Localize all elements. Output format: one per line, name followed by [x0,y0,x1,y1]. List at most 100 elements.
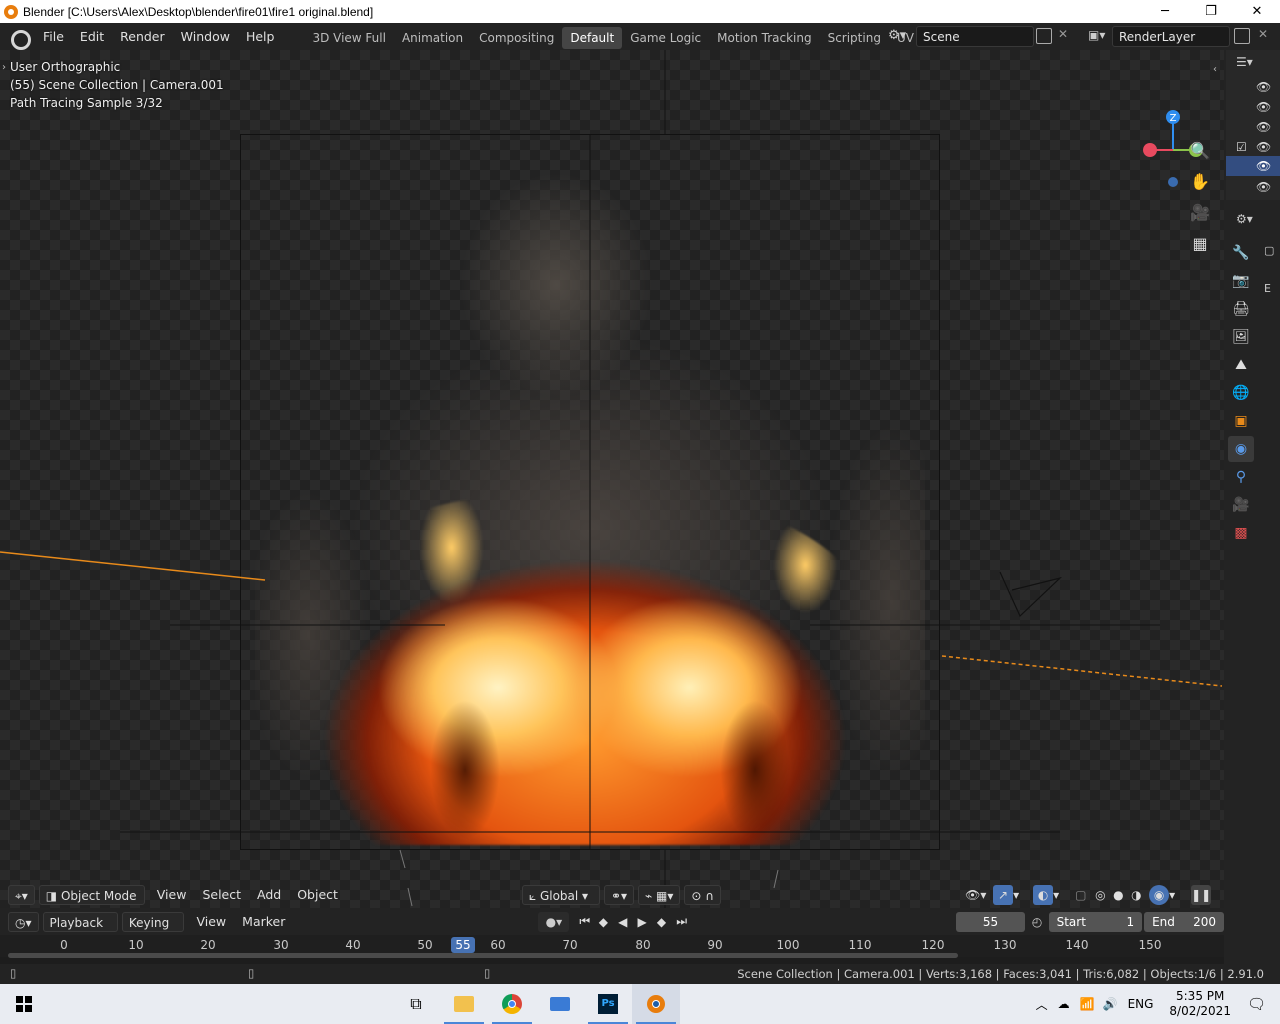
texture-properties-icon[interactable]: ▩ [1228,520,1254,546]
start-frame-field[interactable]: Start 1 [1048,911,1143,932]
snap-dropdown[interactable]: ⌁ ▦▾ [638,885,681,905]
tool-properties-icon[interactable]: 🔧 [1228,240,1254,266]
chrome-icon[interactable] [488,984,536,1024]
physics-properties-icon[interactable]: ◉ [1228,436,1254,462]
data-properties-icon[interactable]: 🎥 [1228,492,1254,518]
properties-edge-icon[interactable]: ▢ [1264,244,1274,257]
selected-row-highlight[interactable] [1226,156,1280,176]
shading-material-button[interactable]: ◑ [1131,888,1149,902]
viewport-menu-select[interactable]: Select [194,885,249,905]
render-layer-selector[interactable]: RenderLayer [1112,26,1230,47]
object-properties-icon[interactable]: ▣ [1228,408,1254,434]
visibility-eye-icon[interactable]: 👁 [1256,180,1271,194]
desktop-app-icon[interactable] [536,984,584,1024]
collapse-sidebar-icon[interactable]: ‹ [1213,64,1217,75]
tab-3d-view-full[interactable]: 3D View Full [304,27,394,49]
tab-default[interactable]: Default [562,26,623,49]
shading-wireframe-button[interactable]: ◎ [1095,888,1113,902]
play-icon[interactable]: ▶ [638,915,657,929]
play-reverse-icon[interactable]: ◀ [618,915,637,929]
volume-icon[interactable]: 🔊 [1103,997,1118,1011]
timeline-editor-type-dropdown[interactable]: ◷▾ [8,911,39,932]
menu-render[interactable]: Render [112,23,173,50]
menu-window[interactable]: Window [173,23,238,50]
tab-compositing[interactable]: Compositing [471,27,562,49]
pause-render-button[interactable]: ❚❚ [1191,885,1211,905]
language-indicator[interactable]: ENG [1128,997,1154,1011]
prev-keyframe-icon[interactable]: ◆ [599,915,618,929]
new-render-layer-icon[interactable] [1234,28,1250,44]
visibility-eye-icon[interactable]: 👁 [1256,100,1271,114]
tab-motion-tracking[interactable]: Motion Tracking [709,27,819,49]
view-layer-properties-icon[interactable]: 🖼 [1228,324,1254,350]
proportional-edit-button[interactable]: ⊙ ∩ [684,885,722,905]
render-properties-icon[interactable]: 📷 [1228,268,1254,294]
tray-chevron-icon[interactable]: ︿ [1036,996,1048,1013]
notifications-icon[interactable]: 🗨 [1247,995,1266,1013]
pivot-dropdown[interactable]: ⚭▾ [603,885,635,905]
close-button[interactable]: ✕ [1234,0,1280,23]
playback-dropdown[interactable]: Playback ▾ [42,911,118,950]
stopwatch-icon[interactable]: ◴ [1025,915,1048,929]
world-properties-icon[interactable]: 🌐 [1228,380,1254,406]
shading-rendered-button[interactable]: ◉ [1149,885,1170,905]
grid-ortho-icon[interactable]: ▦ [1188,235,1212,253]
menu-file[interactable]: File [35,23,72,50]
collapse-toolbar-icon[interactable]: › [2,62,6,73]
zoom-icon[interactable]: 🔍 [1188,142,1212,160]
pan-hand-icon[interactable]: ✋ [1188,173,1212,191]
tab-animation[interactable]: Animation [394,27,471,49]
menu-help[interactable]: Help [238,23,283,50]
output-properties-icon[interactable]: 🖨 [1228,296,1254,322]
visibility-eye-icon[interactable]: 👁 [1256,140,1271,154]
tab-scripting[interactable]: Scripting [820,27,889,49]
end-frame-field[interactable]: End 200 [1144,911,1225,932]
visibility-eye-icon[interactable]: 👁 [1256,80,1271,94]
clock[interactable]: 5:35 PM 8/02/2021 [1169,989,1231,1019]
playhead-frame-indicator[interactable]: 55 [451,937,475,953]
outliner-panel[interactable]: ☰▾ 👁 👁 👁 ☑ 👁 👁 👁 [1226,50,1280,200]
visibility-eye-icon[interactable]: 👁 [1256,159,1271,173]
gizmo-toggle-button[interactable]: ↗ [993,885,1014,905]
autokey-button[interactable]: ●▾ [538,911,570,932]
transform-orientation-dropdown[interactable]: ⟀ Global ▾ [521,885,600,905]
properties-editor-type-icon[interactable]: ⚙▾ [1236,212,1253,226]
minimize-button[interactable]: ─ [1142,0,1188,23]
tab-game-logic[interactable]: Game Logic [622,27,709,49]
task-view-icon[interactable]: ⧉ [392,984,440,1024]
scene-properties-icon[interactable]: ⛰ [1228,352,1254,378]
onedrive-icon[interactable]: ☁ [1058,997,1070,1011]
blender-icon[interactable] [632,984,680,1024]
current-frame-field[interactable]: 55 [955,911,1026,932]
scene-icon[interactable]: ⚙▾ [888,28,910,46]
shading-solid-button[interactable]: ● [1113,888,1131,902]
editor-type-dropdown[interactable]: ⌖▾ [8,885,35,905]
timeline-scrollbar[interactable] [8,953,958,958]
photoshop-icon[interactable]: Ps [584,984,632,1024]
keying-dropdown[interactable]: Keying ▾ [121,911,185,950]
mode-dropdown[interactable]: ◨ Object Mode ▾ [38,885,145,923]
start-icon[interactable] [0,984,48,1024]
gizmo-dropdown[interactable]: ▾ [1013,888,1029,902]
visibility-dropdown[interactable]: 👁▾ [965,888,993,902]
overlay-dropdown[interactable]: ▾ [1053,888,1069,902]
shading-dropdown[interactable]: ▾ [1169,888,1185,902]
jump-start-icon[interactable]: ⏮ [579,914,598,929]
network-icon[interactable]: 📶 [1080,997,1095,1011]
overlay-toggle-button[interactable]: ◐ [1033,885,1054,905]
restore-button[interactable]: ❐ [1188,0,1234,23]
3d-viewport[interactable]: User Orthographic (55) Scene Collection … [0,50,1224,908]
menu-edit[interactable]: Edit [72,23,112,50]
blender-menu-icon[interactable] [9,28,31,50]
include-checkbox-icon[interactable]: ☑ [1236,140,1247,154]
viewport-menu-object[interactable]: Object [289,885,346,905]
viewport-menu-add[interactable]: Add [249,885,289,905]
render-layer-icon[interactable]: ▣▾ [1088,28,1108,44]
outliner-display-mode-icon[interactable]: ☰▾ [1236,55,1253,69]
next-keyframe-icon[interactable]: ◆ [657,915,676,929]
file-explorer-icon[interactable] [440,984,488,1024]
new-scene-icon[interactable] [1036,28,1052,44]
camera-view-icon[interactable]: 🎥 [1188,204,1212,222]
scene-selector[interactable]: Scene [916,26,1034,47]
delete-render-layer-icon[interactable]: ✕ [1258,27,1268,41]
